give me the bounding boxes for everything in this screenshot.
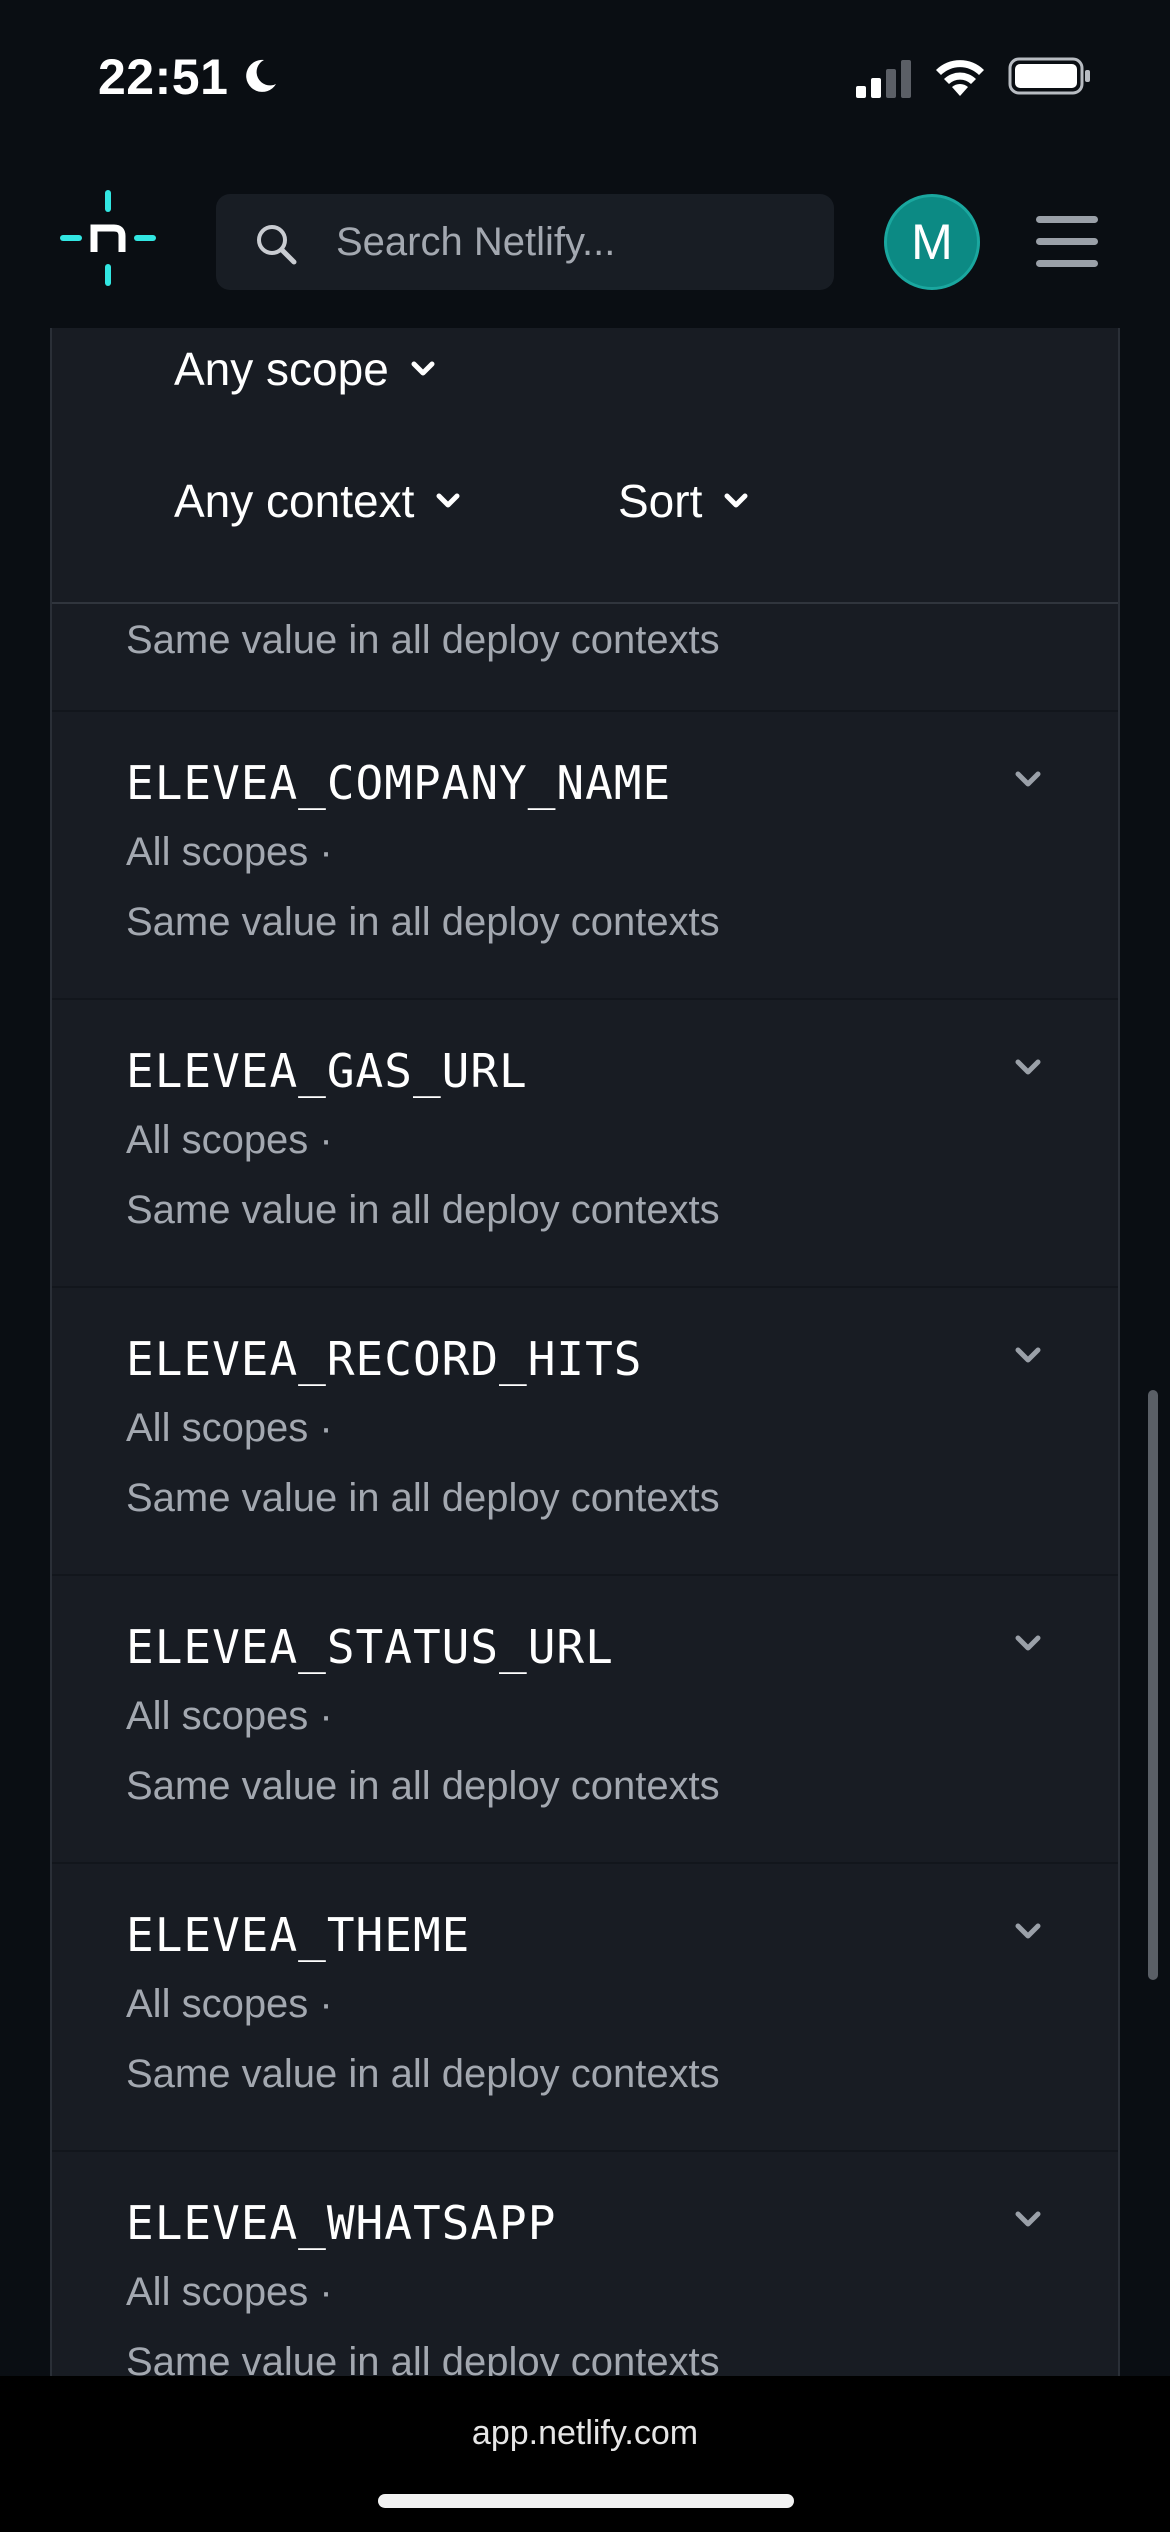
search-icon bbox=[257, 225, 297, 265]
chevron-down-icon[interactable] bbox=[1014, 1634, 1042, 1652]
env-variable-row[interactable]: ELEVEA_GAS_URL All scopes · Same value i… bbox=[52, 998, 1118, 1284]
scope-filter-dropdown[interactable]: Any scope bbox=[174, 342, 435, 396]
chevron-down-icon bbox=[411, 361, 435, 376]
chevron-down-icon bbox=[724, 493, 748, 508]
filter-bar: Any scope Any context Sort bbox=[52, 328, 1118, 604]
wifi-icon bbox=[936, 60, 984, 96]
menu-line bbox=[1036, 216, 1098, 223]
sort-dropdown[interactable]: Sort bbox=[618, 474, 748, 528]
hamburger-menu-icon[interactable] bbox=[1036, 216, 1098, 268]
variable-scopes: All scopes · bbox=[126, 1694, 333, 1738]
scrollbar[interactable] bbox=[1148, 1390, 1158, 1980]
context-filter-label: Any context bbox=[174, 475, 415, 527]
variable-scopes: All scopes · bbox=[126, 1406, 333, 1450]
cellular-signal-icon bbox=[856, 60, 911, 98]
env-variable-row[interactable]: ELEVEA_RECORD_HITS All scopes · Same val… bbox=[52, 1286, 1118, 1572]
variable-name: ELEVEA_RECORD_HITS bbox=[126, 1332, 643, 1386]
page: 22:51 Search Netlify... M Any scope Any … bbox=[0, 0, 1170, 2532]
browser-bottom-bar: app.netlify.com bbox=[0, 2376, 1170, 2532]
context-filter-dropdown[interactable]: Any context bbox=[174, 474, 460, 528]
netlify-logo-icon[interactable] bbox=[58, 188, 158, 288]
chevron-down-icon[interactable] bbox=[1014, 1346, 1042, 1364]
menu-line bbox=[1036, 260, 1098, 267]
chevron-down-icon bbox=[436, 493, 460, 508]
home-indicator[interactable] bbox=[378, 2494, 794, 2508]
variable-contexts: Same value in all deploy contexts bbox=[126, 1476, 720, 1520]
avatar[interactable]: M bbox=[884, 194, 980, 290]
chevron-down-icon[interactable] bbox=[1014, 770, 1042, 788]
env-variable-row[interactable]: ELEVEA_THEME All scopes · Same value in … bbox=[52, 1862, 1118, 2148]
status-bar: 22:51 bbox=[0, 0, 1170, 150]
menu-line bbox=[1036, 238, 1098, 245]
browser-url[interactable]: app.netlify.com bbox=[0, 2414, 1170, 2453]
moon-icon bbox=[246, 59, 276, 92]
variable-contexts: Same value in all deploy contexts bbox=[126, 1764, 720, 1808]
variable-scopes: All scopes · bbox=[126, 2270, 333, 2314]
variable-contexts: Same value in all deploy contexts bbox=[126, 1188, 720, 1232]
chevron-down-icon[interactable] bbox=[1014, 1922, 1042, 1940]
env-variable-row[interactable]: ELEVEA_STATUS_URL All scopes · Same valu… bbox=[52, 1574, 1118, 1860]
variable-scopes: All scopes · bbox=[126, 1982, 333, 2026]
variable-contexts: Same value in all deploy contexts bbox=[126, 2052, 720, 2096]
scope-filter-label: Any scope bbox=[174, 343, 389, 395]
variable-contexts: Same value in all deploy contexts bbox=[126, 900, 720, 944]
search-placeholder: Search Netlify... bbox=[336, 220, 616, 264]
env-variable-row[interactable]: ELEVEA_COMPANY_NAME All scopes · Same va… bbox=[52, 710, 1118, 996]
variable-scopes: All scopes · bbox=[126, 830, 333, 874]
sort-label: Sort bbox=[618, 475, 703, 527]
battery-icon bbox=[1008, 57, 1090, 95]
chevron-down-icon[interactable] bbox=[1014, 1058, 1042, 1076]
variable-name: ELEVEA_GAS_URL bbox=[126, 1044, 528, 1098]
search-input[interactable]: Search Netlify... bbox=[216, 194, 834, 290]
variable-name: ELEVEA_THEME bbox=[126, 1908, 471, 1962]
partial-row-contexts: Same value in all deploy contexts bbox=[126, 618, 720, 662]
variable-scopes: All scopes · bbox=[126, 1118, 333, 1162]
env-variables-panel: Any scope Any context Sort Same value in… bbox=[50, 328, 1120, 2384]
status-time: 22:51 bbox=[98, 49, 229, 105]
app-header: Search Netlify... M bbox=[0, 150, 1170, 328]
variable-name: ELEVEA_WHATSAPP bbox=[126, 2196, 557, 2250]
chevron-down-icon[interactable] bbox=[1014, 2210, 1042, 2228]
variable-name: ELEVEA_COMPANY_NAME bbox=[126, 756, 672, 810]
variable-name: ELEVEA_STATUS_URL bbox=[126, 1620, 614, 1674]
